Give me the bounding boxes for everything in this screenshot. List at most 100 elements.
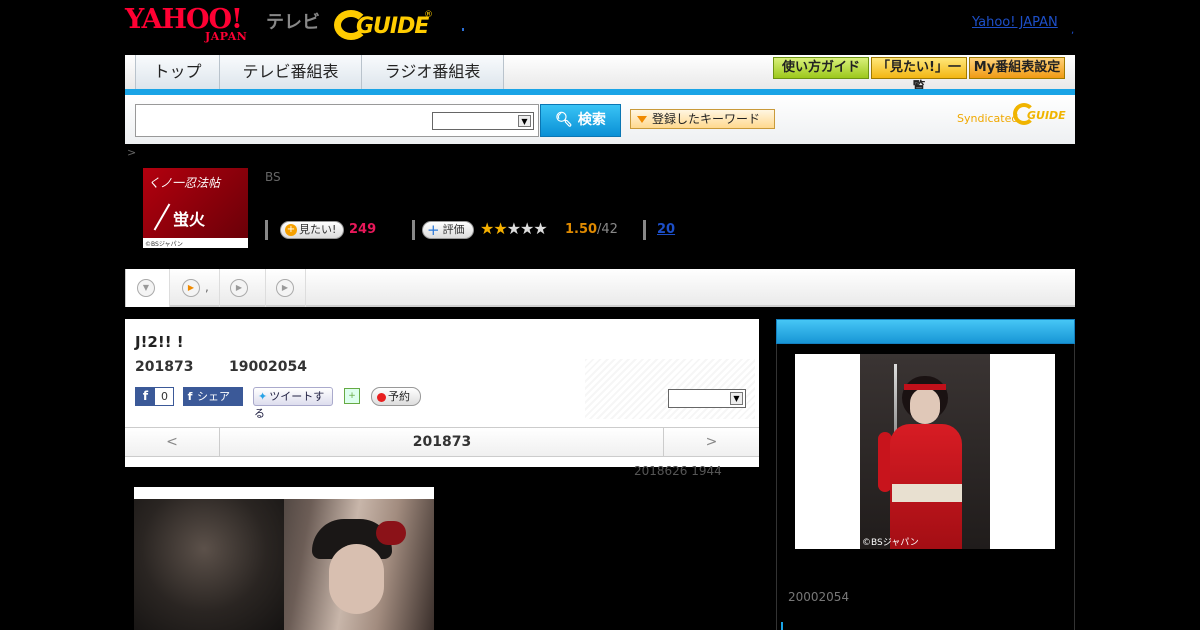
program-thumbnail[interactable]: くノ一忍法帖 蛍火 ©BSジャパン <box>143 168 248 248</box>
episode-title: J!2!! ! <box>135 333 184 351</box>
registered-keywords-button[interactable]: 登録したキーワード <box>630 109 775 129</box>
scene-figure-face <box>329 544 384 614</box>
cast-photo-copyright: ©BSジャパン <box>862 538 919 548</box>
registered-keywords-label: 登録したキーワード <box>652 112 761 126</box>
thumb-slash <box>153 203 171 231</box>
search-button[interactable]: 🔍︎ 検索 <box>540 104 621 137</box>
scene-photo <box>134 487 434 630</box>
record-dot-icon <box>377 392 386 402</box>
record-reserve-label: 予約 <box>388 390 410 403</box>
figure-belt <box>892 484 962 502</box>
facebook-like-button[interactable]: f 0 <box>135 387 174 406</box>
top-link-tail: , <box>1071 25 1075 36</box>
facebook-share-button[interactable]: f シェア <box>183 387 243 406</box>
syndicated-logo-text: GUIDE <box>1027 109 1066 122</box>
gguide-reg-mark: ® <box>424 10 433 20</box>
header-dot <box>462 28 464 31</box>
subtab-2-label: , <box>205 280 209 294</box>
episode-select[interactable]: ▼ <box>668 389 746 408</box>
program-key-art: くノ一忍法帖 蛍火 <box>143 168 248 238</box>
scene-image <box>134 499 434 630</box>
chevron-down-icon: ▼ <box>730 392 743 405</box>
search-button-label: 検索 <box>577 112 606 128</box>
search-category-select[interactable]: ▼ <box>432 112 534 130</box>
yahoo-logo[interactable]: YAHOO! JAPAN <box>125 6 265 43</box>
divider-bar <box>265 220 268 240</box>
want-list-button[interactable]: 「見たい!」一覧 <box>871 57 967 95</box>
play-icon: ▶ <box>276 279 294 297</box>
divider-bar <box>412 220 415 240</box>
facebook-like-count: 0 <box>161 390 168 403</box>
facebook-icon: f <box>187 390 193 403</box>
my-listings-settings-button[interactable]: My番組表設定 <box>969 57 1065 79</box>
cast-image: ©BSジャパン <box>860 354 990 549</box>
thumb-title-top: くノ一忍法帖 <box>148 176 221 190</box>
play-icon: ▶ <box>230 279 248 297</box>
search-bar: ▼ 🔍︎ 検索 登録したキーワード Syndicated GUIDE <box>125 95 1075 144</box>
program-subtabs: ▼ ▶ ▶ ▶ <box>125 269 1075 307</box>
want-count: 249 <box>349 222 377 237</box>
chevron-down-icon: ▼ <box>518 115 531 127</box>
thumb-copyright: ©BSジャパン <box>145 241 183 248</box>
pager-next-button[interactable]: > <box>663 428 759 456</box>
yahoo-japan-text: JAPAN <box>205 30 248 43</box>
twitter-bird-icon: ✦ <box>258 390 268 403</box>
search-icon: 🔍︎ <box>555 112 573 128</box>
tv-logo-text[interactable]: テレビ <box>266 8 320 34</box>
rating-count: /42 <box>597 222 618 237</box>
tweet-button[interactable]: ✦ ツイートする <box>253 387 333 420</box>
subtab-3[interactable]: ▶ <box>220 269 266 307</box>
star-icons-filled: ★★ <box>480 219 508 238</box>
scene-figure-man <box>134 499 284 630</box>
episode-panel: J!2!! ! 201873 19002054 f 0 f シェア ✦ ツイートする… <box>125 319 759 467</box>
rate-button[interactable]: + 評価 <box>422 221 474 239</box>
breadcrumb[interactable]: > <box>127 146 136 159</box>
broadcast-date: 201873 <box>135 359 194 375</box>
subtab-4[interactable]: ▶ <box>266 269 306 307</box>
chevron-down-icon: ▼ <box>137 279 155 297</box>
channel-label: BS <box>265 170 281 184</box>
gguide-logo-text: GUIDE <box>356 14 429 39</box>
divider-bar <box>643 220 646 240</box>
play-icon: ▶ <box>182 279 200 297</box>
plus-icon: + <box>427 221 440 239</box>
global-nav: トップ テレビ番組表 ラジオ番組表 使い方ガイド 「見たい!」一覧 My番組表設… <box>125 55 1075 95</box>
bookmark-add-icon[interactable]: + <box>344 388 360 404</box>
rate-label: 評価 <box>442 223 465 236</box>
figure-headband <box>904 384 946 390</box>
want-to-watch-label: 見たい! <box>299 223 337 236</box>
side-panel-header <box>776 319 1075 344</box>
facebook-icon: f <box>136 388 155 405</box>
record-reserve-button[interactable]: 予約 <box>371 387 421 406</box>
star-icons-empty: ★★★ <box>506 219 548 238</box>
review-count-link[interactable]: 20 <box>657 222 675 237</box>
updated-timestamp: 2018626 1944 <box>634 464 722 478</box>
scene-figure-headband <box>376 521 406 545</box>
figure-face <box>910 388 940 424</box>
star-rating: ★★★★★ <box>480 219 548 238</box>
subtab-2[interactable]: ▶ <box>170 269 220 307</box>
rating-value: 1.50 <box>565 222 598 237</box>
thumb-title-main: 蛍火 <box>173 210 206 229</box>
want-to-watch-button[interactable]: + 見たい! <box>280 221 344 239</box>
pager-date: 201873 <box>412 434 472 450</box>
gguide-logo[interactable]: GUIDE ® <box>334 6 434 42</box>
syndicated-label: Syndicated <box>957 112 1019 125</box>
cast-photo[interactable]: ©BSジャパン <box>795 354 1055 549</box>
tab-radio-listings[interactable]: ラジオ番組表 <box>361 55 504 89</box>
guide-button[interactable]: 使い方ガイド <box>773 57 869 79</box>
subtab-program-info[interactable]: ▼ <box>125 269 170 307</box>
syndicated-gguide-logo: GUIDE <box>1013 103 1069 125</box>
episode-pager: < 201873 > <box>125 427 759 457</box>
plus-icon: + <box>285 224 297 236</box>
facebook-share-label: シェア <box>197 390 230 403</box>
triangle-down-icon <box>637 116 647 123</box>
side-panel-time: 20002054 <box>788 590 850 604</box>
pager-prev-button[interactable]: < <box>125 428 220 456</box>
yahoo-japan-link[interactable]: Yahoo! JAPAN <box>972 15 1058 30</box>
side-panel-marker <box>781 622 783 630</box>
tab-top[interactable]: トップ <box>135 55 220 89</box>
page: YAHOO! JAPAN テレビ GUIDE ® Yahoo! JAPAN , … <box>0 0 1200 630</box>
tab-tv-listings[interactable]: テレビ番組表 <box>219 55 362 89</box>
broadcast-time: 19002054 <box>229 359 307 375</box>
